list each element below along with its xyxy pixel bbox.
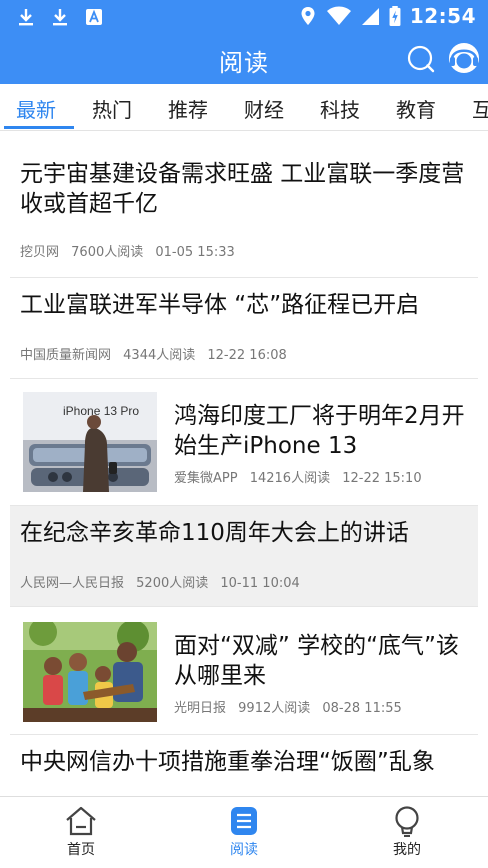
nav-home[interactable]: 首页 bbox=[36, 805, 126, 859]
news-time: 12-22 16:08 bbox=[207, 348, 287, 363]
wifi-icon bbox=[326, 6, 351, 25]
news-title: 工业富联进军半导体 “芯”路征程已开启 bbox=[20, 292, 420, 318]
reading-icon bbox=[231, 807, 257, 835]
download-icon bbox=[19, 9, 33, 26]
news-item[interactable]: 在纪念辛亥革命110周年大会上的讲话 人民网—人民日报 5200人阅读 10-1… bbox=[10, 506, 478, 607]
news-source: 爱集微APP bbox=[174, 471, 238, 486]
news-thumbnail: iPhone 13 Pro bbox=[23, 392, 157, 492]
category-tabs: 最新 热门 推荐 财经 科技 教育 互 bbox=[0, 84, 488, 131]
news-item[interactable]: 中央网信办十项措施重拳治理“饭圈”乱象 bbox=[10, 735, 478, 796]
customer-service-icon[interactable] bbox=[446, 40, 482, 76]
news-source: 中国质量新闻网 bbox=[20, 348, 112, 363]
news-time: 12-22 15:10 bbox=[342, 471, 422, 486]
nav-home-label: 首页 bbox=[67, 842, 95, 858]
status-bar: 12:54 bbox=[0, 0, 488, 34]
news-meta: 光明日报 9912人阅读 08-28 11:55 bbox=[174, 697, 410, 716]
nav-mine[interactable]: 我的 bbox=[362, 805, 452, 859]
nav-reading-label: 阅读 bbox=[230, 842, 258, 858]
news-meta: 爱集微APP 14216人阅读 12-22 15:10 bbox=[174, 467, 430, 486]
news-feed[interactable]: 元宇宙基建设备需求旺盛 工业富联一季度营收或首超千亿 挖贝网 7600人阅读 0… bbox=[0, 131, 488, 796]
bottom-navigation: 首页 阅读 我的 bbox=[0, 796, 488, 868]
news-item[interactable]: 工业富联进军半导体 “芯”路征程已开启 中国质量新闻网 4344人阅读 12-2… bbox=[10, 278, 478, 379]
news-source: 光明日报 bbox=[174, 701, 227, 716]
tab-more-partial[interactable]: 互 bbox=[472, 94, 488, 123]
search-icon[interactable] bbox=[406, 44, 436, 74]
news-meta: 人民网—人民日报 5200人阅读 10-11 10:04 bbox=[20, 572, 308, 591]
signal-icon bbox=[361, 8, 379, 25]
students-thumbnail-image bbox=[23, 622, 157, 722]
text-notification-icon bbox=[86, 9, 102, 25]
news-reads: 7600人阅读 bbox=[71, 245, 144, 260]
thumbnail-caption: iPhone 13 Pro bbox=[63, 404, 140, 418]
news-meta: 挖贝网 7600人阅读 01-05 15:33 bbox=[20, 241, 243, 260]
home-icon bbox=[66, 806, 96, 836]
tab-latest[interactable]: 最新 bbox=[16, 94, 56, 123]
location-icon bbox=[301, 7, 315, 25]
news-item[interactable]: iPhone 13 Pro 鸿海印度工厂将于明年2月开始生产iPhone 13 … bbox=[10, 379, 478, 506]
news-reads: 4344人阅读 bbox=[123, 348, 196, 363]
tab-hot[interactable]: 热门 bbox=[92, 94, 132, 123]
tab-finance[interactable]: 财经 bbox=[244, 94, 284, 123]
profile-bulb-icon bbox=[395, 806, 419, 837]
nav-reading[interactable]: 阅读 bbox=[199, 805, 289, 859]
news-meta: 中国质量新闻网 4344人阅读 12-22 16:08 bbox=[20, 344, 295, 363]
news-title: 鸿海印度工厂将于明年2月开始生产iPhone 13 bbox=[174, 403, 465, 459]
active-tab-indicator bbox=[4, 126, 74, 129]
app-bar: 阅读 bbox=[0, 34, 488, 84]
nav-mine-label: 我的 bbox=[393, 842, 421, 858]
news-title: 中央网信办十项措施重拳治理“饭圈”乱象 bbox=[20, 749, 435, 775]
tab-education[interactable]: 教育 bbox=[396, 94, 436, 123]
news-time: 08-28 11:55 bbox=[322, 701, 402, 716]
news-source: 人民网—人民日报 bbox=[20, 576, 125, 591]
news-source: 挖贝网 bbox=[20, 245, 60, 260]
news-title: 在纪念辛亥革命110周年大会上的讲话 bbox=[20, 520, 409, 546]
news-reads: 14216人阅读 bbox=[249, 471, 331, 486]
news-item[interactable]: 面对“双减” 学校的“底气”该从哪里来 光明日报 9912人阅读 08-28 1… bbox=[10, 607, 478, 735]
news-reads: 9912人阅读 bbox=[238, 701, 311, 716]
news-reads: 5200人阅读 bbox=[136, 576, 209, 591]
news-thumbnail bbox=[23, 622, 157, 722]
news-title: 元宇宙基建设备需求旺盛 工业富联一季度营收或首超千亿 bbox=[20, 161, 465, 217]
battery-charging-icon bbox=[389, 6, 401, 26]
status-time: 12:54 bbox=[409, 4, 476, 28]
download-icon bbox=[53, 9, 67, 26]
tab-recommended[interactable]: 推荐 bbox=[168, 94, 208, 123]
news-time: 01-05 15:33 bbox=[155, 245, 235, 260]
news-title: 面对“双减” 学校的“底气”该从哪里来 bbox=[174, 633, 459, 689]
news-time: 10-11 10:04 bbox=[220, 576, 300, 591]
tab-technology[interactable]: 科技 bbox=[320, 94, 360, 123]
news-item[interactable]: 元宇宙基建设备需求旺盛 工业富联一季度营收或首超千亿 挖贝网 7600人阅读 0… bbox=[10, 131, 478, 278]
